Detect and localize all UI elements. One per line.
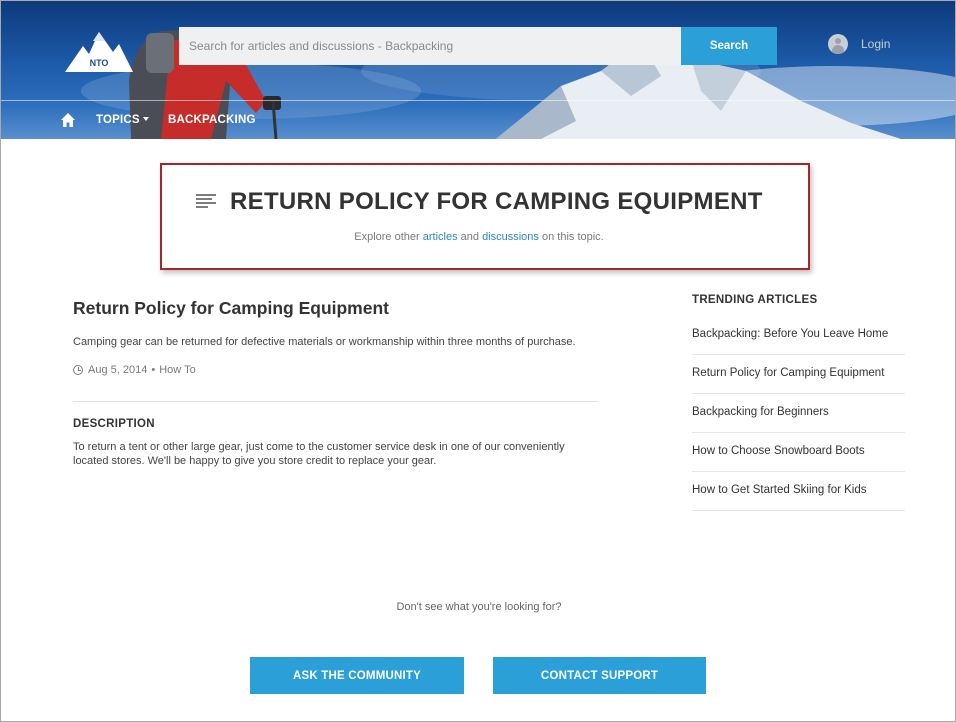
search-input[interactable]: [179, 27, 681, 65]
article-meta: Aug 5, 2014 • How To: [73, 364, 196, 376]
description-heading: DESCRIPTION: [73, 418, 155, 430]
contact-support-button[interactable]: CONTACT SUPPORT: [493, 657, 706, 694]
login-link[interactable]: Login: [828, 34, 890, 54]
nav-topics-label: TOPICS: [96, 114, 140, 126]
trending-item[interactable]: How to Get Started Skiing for Kids: [692, 472, 905, 511]
article-divider: [73, 401, 598, 402]
login-label: Login: [861, 37, 891, 51]
trending-item[interactable]: Backpacking: Before You Leave Home: [692, 316, 905, 355]
article-title: Return Policy for Camping Equipment: [73, 298, 389, 318]
explore-prefix: Explore other: [354, 231, 420, 243]
logo-text: NTO: [90, 58, 109, 68]
article-type[interactable]: How To: [159, 364, 195, 376]
ask-community-button[interactable]: ASK THE COMMUNITY: [250, 657, 464, 694]
user-avatar-icon: [828, 34, 848, 54]
trending-list: Backpacking: Before You Leave Home Retur…: [692, 316, 905, 511]
nav-divider: [1, 100, 955, 101]
page-title: RETURN POLICY FOR CAMPING EQUIPMENT: [230, 188, 763, 215]
nav-topics[interactable]: TOPICS: [96, 114, 149, 126]
explore-suffix: on this topic.: [541, 231, 604, 243]
help-prompt: Don't see what you're looking for?: [396, 601, 562, 613]
explore-text: Explore other articles and discussions o…: [1, 231, 955, 243]
nto-logo[interactable]: NTO: [65, 28, 133, 72]
page-frame: NTO Search Login TOPICS BACKPACKING RETU…: [0, 0, 956, 722]
meta-separator: •: [151, 364, 156, 376]
trending-item[interactable]: How to Choose Snowboard Boots: [692, 433, 905, 472]
trending-item[interactable]: Return Policy for Camping Equipment: [692, 355, 905, 394]
clock-icon: [73, 365, 83, 375]
article-date: Aug 5, 2014: [88, 364, 148, 376]
home-icon[interactable]: [60, 112, 76, 128]
trending-heading: TRENDING ARTICLES: [692, 294, 818, 306]
description-body: To return a tent or other large gear, ju…: [73, 441, 565, 467]
trending-item[interactable]: Backpacking for Beginners: [692, 394, 905, 433]
explore-and: and: [460, 231, 479, 243]
articles-link[interactable]: articles: [423, 231, 458, 243]
title-highlight-box: [160, 163, 810, 270]
hero-header: NTO Search Login TOPICS BACKPACKING: [1, 1, 955, 139]
chevron-down-icon: [142, 117, 149, 121]
search-button[interactable]: Search: [681, 27, 777, 65]
article-icon: [196, 194, 216, 210]
article-summary: Camping gear can be returned for defecti…: [73, 336, 576, 348]
nav-backpacking[interactable]: BACKPACKING: [168, 114, 256, 126]
discussions-link[interactable]: discussions: [482, 231, 539, 243]
